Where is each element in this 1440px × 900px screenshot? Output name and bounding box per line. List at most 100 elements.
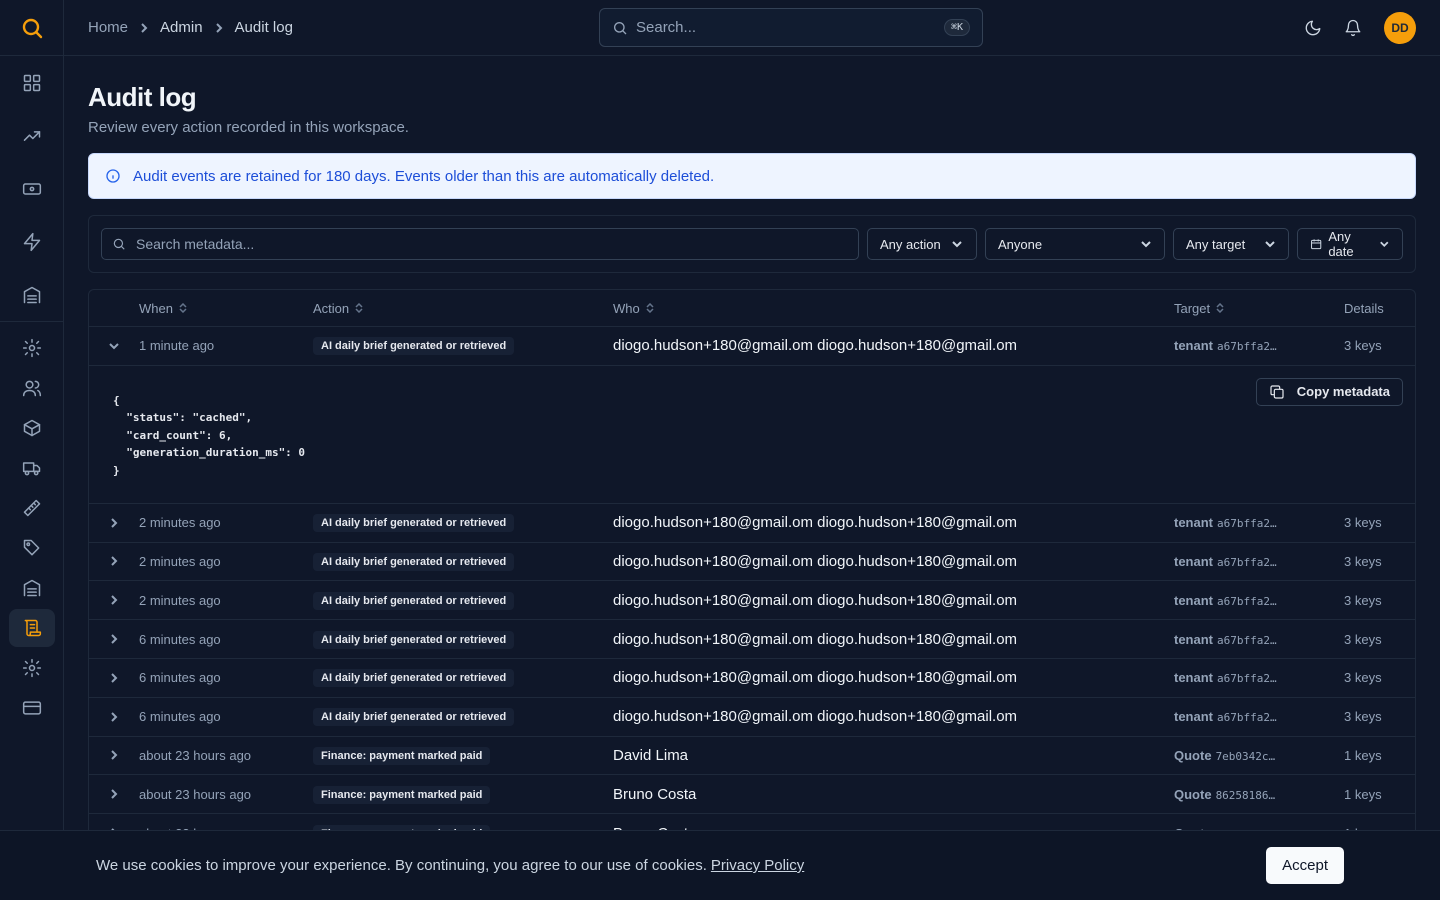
chevron-down-icon xyxy=(1141,241,1151,248)
action-filter-dropdown[interactable]: Any action xyxy=(867,228,977,260)
target-filter-select[interactable]: Any target xyxy=(1173,228,1289,260)
chevron-down-icon xyxy=(951,241,962,248)
target-id: a67bffa2… xyxy=(1217,633,1277,647)
warehouse-icon xyxy=(23,286,41,303)
table-row[interactable]: 6 minutes ago AI daily brief generated or… xyxy=(89,659,1415,698)
table-row[interactable]: 1 minute ago AI daily brief generated or … xyxy=(89,327,1415,366)
table-row[interactable]: about 23 hours ago Finance: payment marke… xyxy=(89,775,1415,815)
table-row[interactable]: about 23 hours ago Finance: payment marke… xyxy=(89,737,1415,776)
who-filter-select[interactable]: Anyone xyxy=(985,228,1165,260)
search-icon xyxy=(614,21,627,34)
expand-toggle[interactable] xyxy=(89,711,139,723)
expand-toggle[interactable] xyxy=(89,633,139,645)
table-row[interactable]: 2 minutes ago AI daily brief generated or… xyxy=(89,543,1415,582)
row-details: 3 keys xyxy=(1344,338,1382,354)
expanded-row-metadata: { "status": "cached", "card_count": 6, "… xyxy=(89,366,1415,504)
target-id: 7eb0342c… xyxy=(1215,749,1276,763)
banknote-icon xyxy=(22,182,42,195)
breadcrumb-home[interactable]: Home xyxy=(88,19,128,36)
nav-inventory[interactable] xyxy=(0,568,64,608)
expand-toggle[interactable] xyxy=(89,517,139,529)
row-who: diogo.hudson+180@gmail.om diogo.hudson+1… xyxy=(613,337,1018,355)
expand-toggle[interactable] xyxy=(89,672,139,684)
table-row[interactable]: 2 minutes ago AI daily brief generated or… xyxy=(89,504,1415,543)
nav-analytics[interactable] xyxy=(0,109,64,162)
chevron-down-icon xyxy=(109,343,119,350)
global-search[interactable]: Search... ⌘K xyxy=(599,8,983,47)
main-content: Audit log Review every action recorded i… xyxy=(88,56,1416,854)
expand-toggle[interactable] xyxy=(89,594,139,606)
nav-billing[interactable] xyxy=(0,688,64,728)
accept-cookies-button[interactable]: Accept xyxy=(1266,847,1344,884)
expand-toggle[interactable] xyxy=(89,555,139,567)
chevron-right-icon xyxy=(111,750,118,761)
copy-metadata-button[interactable]: Copy metadata xyxy=(1255,377,1403,406)
expand-toggle[interactable] xyxy=(89,788,139,800)
banner-text: Audit events are retained for 180 days. … xyxy=(133,167,715,185)
privacy-policy-link[interactable]: Privacy Policy xyxy=(711,857,804,874)
moon-icon[interactable] xyxy=(1304,19,1322,37)
bell-icon[interactable] xyxy=(1344,19,1362,37)
row-details: 3 keys xyxy=(1344,709,1382,725)
row-target: tenant a67bffa2… xyxy=(1174,593,1344,608)
action-badge: AI daily brief generated or retrieved xyxy=(313,669,515,688)
breadcrumb-admin[interactable]: Admin xyxy=(160,19,203,36)
target-id: 86258186… xyxy=(1215,788,1276,802)
table-row[interactable]: 2 minutes ago AI daily brief generated or… xyxy=(89,581,1415,621)
expand-toggle[interactable] xyxy=(89,749,139,761)
nav-tags[interactable] xyxy=(0,528,64,568)
action-badge: AI daily brief generated or retrieved xyxy=(313,630,515,649)
nav-preferences[interactable] xyxy=(0,648,64,688)
sort-icon xyxy=(646,303,654,313)
row-details: 1 keys xyxy=(1344,786,1382,802)
column-target-label: Target xyxy=(1174,300,1211,316)
target-type: tenant xyxy=(1174,338,1213,354)
nav-tools[interactable] xyxy=(0,488,64,528)
row-action: Finance: payment marked paid xyxy=(313,785,613,804)
nav-audit-log[interactable] xyxy=(0,608,64,648)
row-target: tenant a67bffa2… xyxy=(1174,709,1344,724)
row-when: 6 minutes ago xyxy=(139,631,221,647)
table-row[interactable]: 6 minutes ago AI daily brief generated or… xyxy=(89,620,1415,659)
target-id: a67bffa2… xyxy=(1217,340,1277,354)
breadcrumb: Home Admin Audit log xyxy=(88,19,293,36)
target-type: tenant xyxy=(1174,631,1213,647)
row-who: Bruno Costa xyxy=(613,785,697,803)
metadata-search[interactable] xyxy=(101,228,859,260)
date-filter-label: Any date xyxy=(1328,229,1354,259)
avatar[interactable]: DD xyxy=(1384,12,1416,44)
nav-settings[interactable] xyxy=(0,328,64,368)
expand-toggle[interactable] xyxy=(89,340,139,352)
column-when[interactable]: When xyxy=(139,301,313,316)
row-details: 3 keys xyxy=(1344,631,1382,647)
row-details: 1 keys xyxy=(1344,747,1382,763)
row-when: about 23 hours ago xyxy=(139,747,252,763)
column-action[interactable]: Action xyxy=(313,301,613,316)
nav-dashboard[interactable] xyxy=(0,56,64,109)
date-filter-button[interactable]: Any date xyxy=(1297,228,1403,260)
nav-shipping[interactable] xyxy=(0,448,64,488)
cookie-banner: We use cookies to improve your experienc… xyxy=(0,830,1440,900)
nav-users[interactable] xyxy=(0,368,64,408)
calendar-icon xyxy=(1311,239,1322,250)
sort-icon xyxy=(1216,303,1224,313)
nav-warehouse[interactable] xyxy=(0,268,64,321)
row-when: 2 minutes ago xyxy=(139,592,221,608)
nav-finance[interactable] xyxy=(0,162,64,215)
row-who: David Lima xyxy=(613,746,689,764)
app-logo[interactable] xyxy=(0,0,63,56)
target-type: Quote xyxy=(1174,747,1212,763)
scroll-icon xyxy=(24,619,42,637)
column-target[interactable]: Target xyxy=(1174,301,1344,316)
row-action: AI daily brief generated or retrieved xyxy=(313,336,613,356)
metadata-search-input[interactable] xyxy=(136,236,848,252)
nav-automations[interactable] xyxy=(0,215,64,268)
column-who[interactable]: Who xyxy=(613,301,1174,316)
row-action: Finance: payment marked paid xyxy=(313,746,613,765)
nav-products[interactable] xyxy=(0,408,64,448)
row-target: Quote 86258186… xyxy=(1174,787,1344,802)
top-header: Home Admin Audit log Search... ⌘K DD xyxy=(64,0,1440,56)
action-badge: AI daily brief generated or retrieved xyxy=(313,514,515,533)
lightning-icon xyxy=(23,232,41,251)
table-row[interactable]: 6 minutes ago AI daily brief generated or… xyxy=(89,698,1415,737)
